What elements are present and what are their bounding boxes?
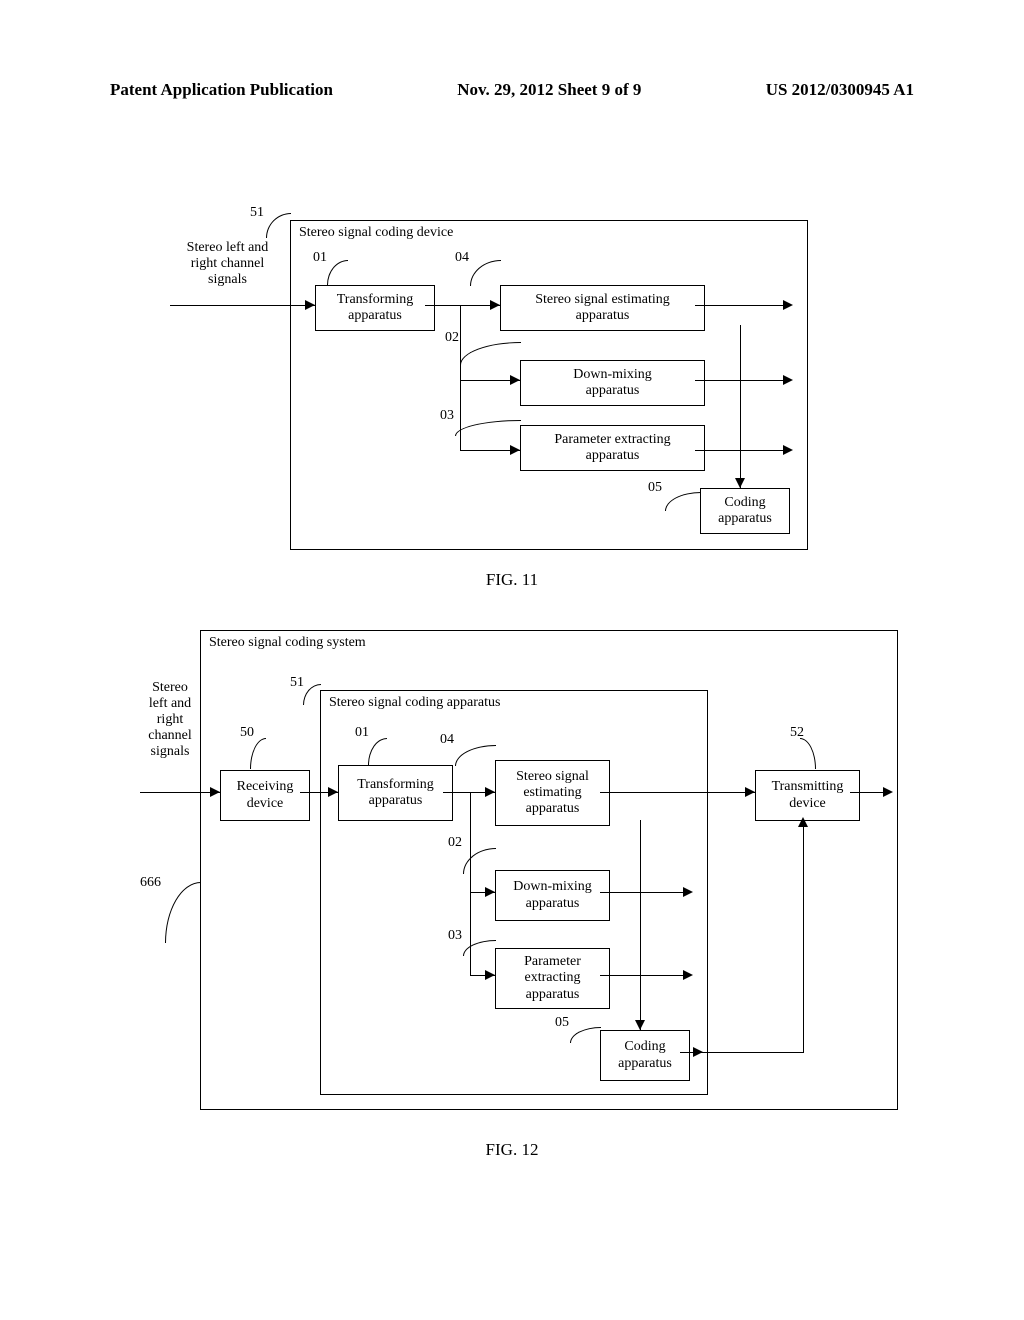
parameter-apparatus: Parameter extractingapparatus: [520, 425, 705, 471]
transforming-apparatus: Transformingapparatus: [315, 285, 435, 331]
ref-num-05: 05: [648, 480, 662, 496]
ref-num-01b: 01: [355, 725, 369, 741]
ref-num-51: 51: [250, 205, 264, 221]
line: [140, 792, 220, 793]
arrow-icon: [745, 787, 755, 797]
line: [695, 305, 790, 306]
ref-num-03: 03: [440, 408, 454, 424]
line: [740, 325, 741, 488]
arrow-icon: [783, 445, 793, 455]
transmitting-device: Transmittingdevice: [755, 770, 860, 821]
line: [695, 450, 790, 451]
header-right: US 2012/0300945 A1: [766, 80, 914, 100]
arrow-icon: [490, 300, 500, 310]
apparatus-title: Stereo signal coding apparatus: [329, 695, 500, 711]
transforming-apparatus-2: Transformingapparatus: [338, 765, 453, 821]
receiving-device: Receivingdevice: [220, 770, 310, 821]
input-signal-label: Stereo left andright channelsignals: [170, 240, 285, 288]
parameter-apparatus-2: Parameterextractingapparatus: [495, 948, 610, 1009]
leader-51: [266, 213, 291, 238]
line: [600, 892, 690, 893]
arrow-icon: [485, 970, 495, 980]
ref-num-05b: 05: [555, 1015, 569, 1031]
ref-num-02: 02: [445, 330, 459, 346]
line: [170, 305, 315, 306]
device-title: Stereo signal coding device: [299, 225, 453, 241]
arrow-icon: [510, 375, 520, 385]
line: [803, 825, 804, 1053]
line: [695, 380, 790, 381]
estimating-apparatus-2: Stereo signalestimatingapparatus: [495, 760, 610, 826]
arrow-icon: [783, 300, 793, 310]
ref-num-04: 04: [455, 250, 469, 266]
downmixing-apparatus-2: Down-mixingapparatus: [495, 870, 610, 921]
header-center: Nov. 29, 2012 Sheet 9 of 9: [457, 80, 641, 100]
arrow-icon: [683, 887, 693, 897]
arrow-icon: [485, 887, 495, 897]
arrow-icon: [683, 970, 693, 980]
arrow-icon: [485, 787, 495, 797]
line: [460, 305, 461, 450]
ref-num-666: 666: [140, 875, 161, 891]
estimating-apparatus: Stereo signal estimatingapparatus: [500, 285, 705, 331]
system-title: Stereo signal coding system: [209, 635, 366, 651]
ref-num-50: 50: [240, 725, 254, 741]
ref-num-03b: 03: [448, 928, 462, 944]
page-header: Patent Application Publication Nov. 29, …: [110, 80, 914, 100]
downmixing-apparatus: Down-mixingapparatus: [520, 360, 705, 406]
input-signal-label-2: Stereoleft andrightchannelsignals: [140, 680, 200, 760]
figure-11-caption: FIG. 11: [0, 570, 1024, 590]
line: [470, 792, 471, 975]
ref-num-01: 01: [313, 250, 327, 266]
coding-apparatus: Codingapparatus: [700, 488, 790, 534]
ref-num-02b: 02: [448, 835, 462, 851]
arrow-icon: [305, 300, 315, 310]
line: [640, 820, 641, 1030]
figure-12-caption: FIG. 12: [0, 1140, 1024, 1160]
header-left: Patent Application Publication: [110, 80, 333, 100]
ref-num-51b: 51: [290, 675, 304, 691]
arrow-icon: [735, 478, 745, 488]
line: [600, 975, 690, 976]
arrow-icon: [798, 817, 808, 827]
line: [425, 305, 500, 306]
arrow-icon: [635, 1020, 645, 1030]
ref-num-04b: 04: [440, 732, 454, 748]
arrow-icon: [510, 445, 520, 455]
leader-666: [165, 882, 201, 943]
arrow-icon: [883, 787, 893, 797]
line: [600, 792, 755, 793]
arrow-icon: [693, 1047, 703, 1057]
arrow-icon: [783, 375, 793, 385]
arrow-icon: [210, 787, 220, 797]
coding-apparatus-2: Codingapparatus: [600, 1030, 690, 1081]
arrow-icon: [328, 787, 338, 797]
